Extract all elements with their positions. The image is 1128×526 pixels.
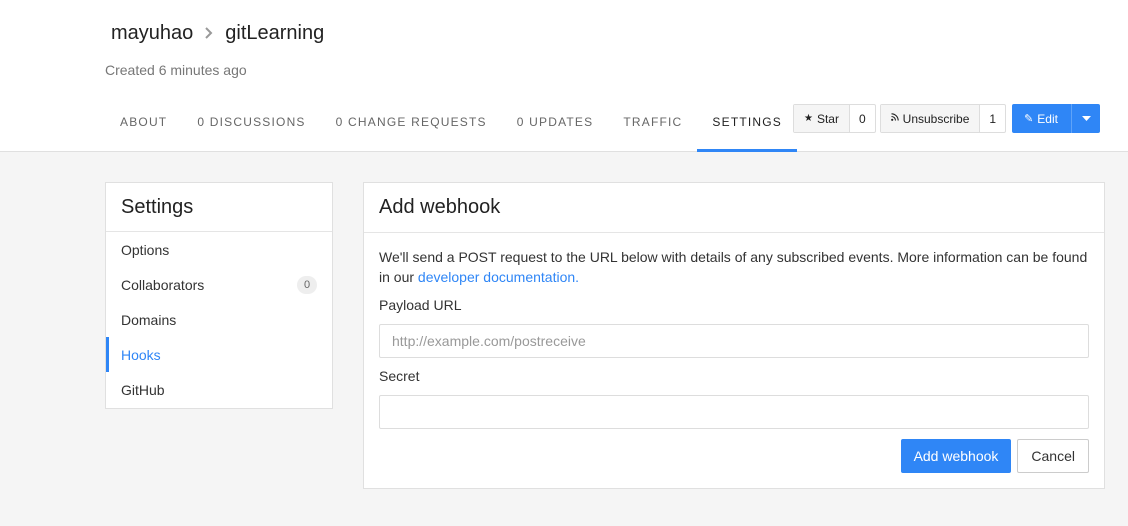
secret-label: Secret [379, 368, 420, 384]
pencil-icon: ✎ [1024, 113, 1034, 125]
repo-actions: ★ Star 0 Unsubscribe 1 ✎ Edit [793, 104, 1101, 133]
caret-down-icon [1081, 116, 1091, 121]
owner-link[interactable]: mayuhao [111, 22, 193, 45]
star-icon: ★ [804, 113, 813, 124]
tab-updates[interactable]: 0 UPDATES [502, 104, 609, 152]
sidebar-item-options[interactable]: Options [106, 232, 332, 267]
sidebar-item-domains[interactable]: Domains [106, 302, 332, 337]
sidebar-item-label: Collaborators [121, 276, 205, 293]
developer-docs-link[interactable]: developer documentation. [418, 269, 579, 285]
star-button[interactable]: ★ Star [794, 105, 850, 132]
payload-url-input[interactable] [379, 324, 1089, 358]
star-count[interactable]: 0 [850, 105, 875, 132]
sidebar-item-collaborators[interactable]: Collaborators 0 [106, 267, 332, 302]
star-group: ★ Star 0 [793, 104, 876, 133]
repo-tabs: ABOUT 0 DISCUSSIONS 0 CHANGE REQUESTS 0 … [105, 104, 798, 152]
add-webhook-button[interactable]: Add webhook [900, 439, 1012, 473]
tab-about[interactable]: ABOUT [105, 104, 182, 152]
tab-settings[interactable]: SETTINGS [697, 104, 798, 152]
panel-title: Add webhook [364, 183, 1104, 233]
payload-url-label: Payload URL [379, 297, 462, 313]
breadcrumb: mayuhao gitLearning [111, 22, 324, 45]
unsubscribe-button[interactable]: Unsubscribe [880, 105, 981, 132]
sidebar-item-github[interactable]: GitHub [106, 372, 332, 407]
tab-traffic[interactable]: TRAFFIC [608, 104, 697, 152]
edit-label: Edit [1037, 111, 1058, 126]
edit-button[interactable]: ✎ Edit [1012, 104, 1073, 133]
cancel-button[interactable]: Cancel [1017, 439, 1089, 473]
sidebar-item-label: Hooks [121, 346, 161, 363]
rss-icon [890, 113, 899, 124]
edit-dropdown-caret[interactable] [1072, 104, 1100, 133]
subscriber-count[interactable]: 1 [980, 105, 1005, 132]
edit-button-group: ✎ Edit [1012, 104, 1101, 133]
tab-change-requests[interactable]: 0 CHANGE REQUESTS [321, 104, 502, 152]
tab-discussions[interactable]: 0 DISCUSSIONS [182, 104, 320, 152]
unsubscribe-label: Unsubscribe [902, 111, 970, 126]
sidebar-item-label: Domains [121, 311, 177, 328]
sidebar-item-label: GitHub [121, 381, 165, 398]
chevron-right-icon [205, 22, 213, 45]
sidebar-item-hooks[interactable]: Hooks [106, 337, 332, 372]
collaborators-count-badge: 0 [297, 275, 317, 294]
star-label: Star [816, 111, 839, 126]
settings-sidebar: Settings Options Collaborators 0 Domains… [105, 182, 333, 409]
repo-link[interactable]: gitLearning [225, 22, 324, 45]
secret-input[interactable] [379, 395, 1089, 429]
webhook-description: We'll send a POST request to the URL bel… [379, 247, 1089, 287]
unsubscribe-group: Unsubscribe 1 [879, 104, 1007, 133]
repo-header: mayuhao gitLearning Created 6 minutes ag… [0, 0, 1128, 152]
add-webhook-panel: Add webhook We'll send a POST request to… [363, 182, 1105, 489]
sidebar-item-label: Options [121, 241, 170, 258]
created-timestamp: Created 6 minutes ago [105, 62, 247, 78]
sidebar-title: Settings [106, 183, 332, 232]
